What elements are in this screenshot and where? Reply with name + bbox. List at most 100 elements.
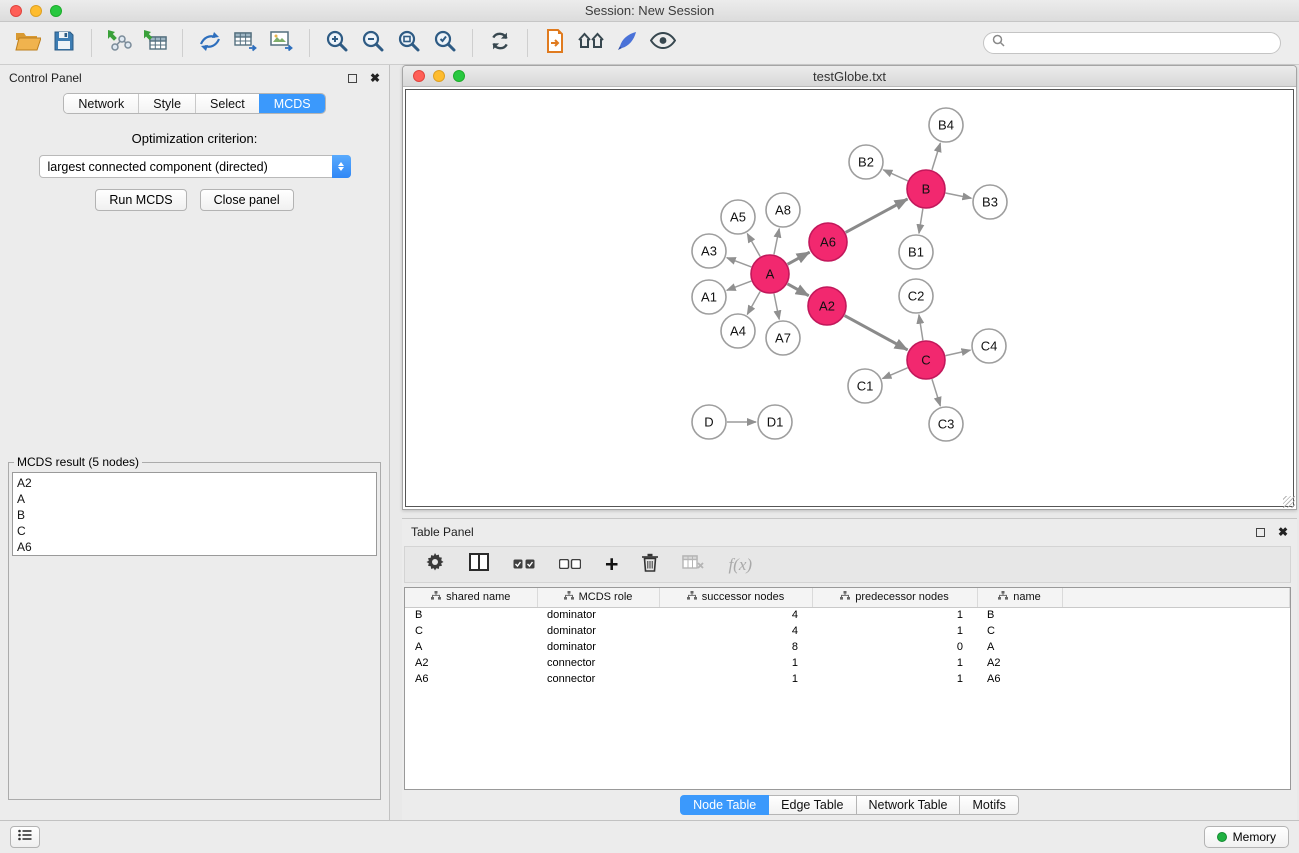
graph-node-B[interactable]: B — [907, 170, 945, 208]
table-row[interactable]: A6connector11A6 — [405, 671, 1290, 687]
graph-node-A7[interactable]: A7 — [766, 321, 800, 355]
graph-node-D[interactable]: D — [692, 405, 726, 439]
table-cell[interactable]: 1 — [659, 671, 812, 687]
table-row[interactable]: Cdominator41C — [405, 623, 1290, 639]
table-row[interactable]: Bdominator41B — [405, 607, 1290, 623]
table-cell[interactable]: A6 — [977, 671, 1062, 687]
graph-node-A4[interactable]: A4 — [721, 314, 755, 348]
column-header-predecessor-nodes[interactable]: predecessor nodes — [812, 588, 977, 607]
table-cell[interactable]: 0 — [812, 639, 977, 655]
graph-edge-A-A7[interactable] — [774, 294, 779, 320]
network-minimize-button[interactable] — [433, 70, 445, 82]
column-header-successor-nodes[interactable]: successor nodes — [659, 588, 812, 607]
tab-style[interactable]: Style — [138, 94, 195, 113]
graph-node-C2[interactable]: C2 — [899, 279, 933, 313]
optimization-criterion-select[interactable]: largest connected component (directed) — [39, 155, 351, 178]
add-column-button[interactable]: + — [605, 553, 618, 576]
style-brush-button[interactable] — [609, 26, 645, 60]
export-document-button[interactable] — [537, 26, 573, 60]
network-canvas[interactable]: B4B2BB3A5A8A6A3B1AA1C2A2A4A7C4CC1C3DD1 — [405, 89, 1294, 507]
mcds-result-item[interactable]: A6 — [17, 539, 376, 555]
refresh-layout-button[interactable] — [482, 26, 518, 60]
table-cell[interactable]: 1 — [812, 655, 977, 671]
tab-motifs[interactable]: Motifs — [960, 795, 1018, 815]
graph-edge-A-A5[interactable] — [747, 234, 760, 257]
graph-edge-A-A1[interactable] — [727, 281, 752, 290]
mcds-result-item[interactable]: B — [17, 507, 376, 523]
graph-edge-B-B3[interactable] — [946, 193, 972, 198]
graph-edge-C-C1[interactable] — [882, 368, 907, 379]
graph-node-A1[interactable]: A1 — [692, 280, 726, 314]
table-cell[interactable]: 4 — [659, 607, 812, 623]
zoom-window-button[interactable] — [50, 5, 62, 17]
deselect-all-rows-button[interactable] — [559, 556, 581, 574]
mcds-result-item[interactable]: A2 — [17, 475, 376, 491]
table-cell[interactable]: 4 — [659, 623, 812, 639]
table-cell[interactable]: C — [977, 623, 1062, 639]
table-cell[interactable]: B — [977, 607, 1062, 623]
graph-node-D1[interactable]: D1 — [758, 405, 792, 439]
graph-node-A6[interactable]: A6 — [809, 223, 847, 261]
search-input[interactable] — [1010, 36, 1272, 50]
table-cell[interactable]: B — [405, 607, 537, 623]
table-cell[interactable]: 1 — [659, 655, 812, 671]
graph-edge-A-A2[interactable] — [787, 284, 808, 296]
tab-network-table[interactable]: Network Table — [857, 795, 961, 815]
column-header-mcds-role[interactable]: MCDS role — [537, 588, 659, 607]
table-cell[interactable]: A — [405, 639, 537, 655]
tab-edge-table[interactable]: Edge Table — [769, 795, 856, 815]
function-builder-button[interactable]: f(x) — [728, 555, 752, 575]
open-session-button[interactable] — [10, 26, 46, 60]
graph-node-A3[interactable]: A3 — [692, 234, 726, 268]
show-panels-button[interactable] — [10, 826, 40, 848]
table-cell[interactable]: A6 — [405, 671, 537, 687]
table-cell[interactable]: 1 — [812, 671, 977, 687]
table-row[interactable]: A2connector11A2 — [405, 655, 1290, 671]
graph-node-C[interactable]: C — [907, 341, 945, 379]
delete-table-button[interactable] — [682, 555, 704, 574]
table-cell[interactable]: A2 — [405, 655, 537, 671]
table-cell[interactable]: 8 — [659, 639, 812, 655]
column-header-shared-name[interactable]: shared name — [405, 588, 537, 607]
table-cell[interactable]: connector — [537, 671, 659, 687]
show-columns-button[interactable] — [469, 553, 489, 576]
graph-edge-B-B1[interactable] — [919, 209, 923, 233]
minimize-window-button[interactable] — [30, 5, 42, 17]
graph-edge-C-C2[interactable] — [919, 315, 923, 340]
table-cell[interactable]: dominator — [537, 623, 659, 639]
float-panel-icon[interactable] — [348, 74, 357, 83]
delete-column-button[interactable] — [642, 553, 658, 577]
select-all-rows-button[interactable] — [513, 556, 535, 574]
import-network-button[interactable] — [101, 26, 137, 60]
horizontal-splitter[interactable] — [402, 510, 1297, 518]
mcds-result-item[interactable]: C — [17, 523, 376, 539]
graph-edge-B-B4[interactable] — [932, 143, 940, 170]
graph-node-B1[interactable]: B1 — [899, 235, 933, 269]
table-cell[interactable]: 1 — [812, 607, 977, 623]
graph-edge-A6-B[interactable] — [846, 199, 908, 232]
import-table-button[interactable] — [137, 26, 173, 60]
table-cell[interactable]: C — [405, 623, 537, 639]
zoom-out-button[interactable] — [355, 26, 391, 60]
graph-node-B2[interactable]: B2 — [849, 145, 883, 179]
table-settings-button[interactable] — [425, 552, 445, 577]
tab-mcds[interactable]: MCDS — [259, 94, 325, 113]
table-cell[interactable]: dominator — [537, 639, 659, 655]
new-network-button[interactable] — [192, 26, 228, 60]
graph-node-A5[interactable]: A5 — [721, 200, 755, 234]
close-window-button[interactable] — [10, 5, 22, 17]
graph-node-A2[interactable]: A2 — [808, 287, 846, 325]
graph-edge-A-A8[interactable] — [774, 229, 779, 255]
graph-node-A[interactable]: A — [751, 255, 789, 293]
zoom-fit-button[interactable] — [391, 26, 427, 60]
table-row[interactable]: Adominator80A — [405, 639, 1290, 655]
zoom-selected-button[interactable] — [427, 26, 463, 60]
graph-edge-C-C3[interactable] — [932, 379, 940, 406]
table-cell[interactable]: A2 — [977, 655, 1062, 671]
graph-edge-C-C4[interactable] — [946, 350, 971, 356]
graph-node-C3[interactable]: C3 — [929, 407, 963, 441]
table-cell[interactable]: connector — [537, 655, 659, 671]
memory-button[interactable]: Memory — [1204, 826, 1289, 848]
table-cell[interactable]: A — [977, 639, 1062, 655]
export-image-button[interactable] — [264, 26, 300, 60]
